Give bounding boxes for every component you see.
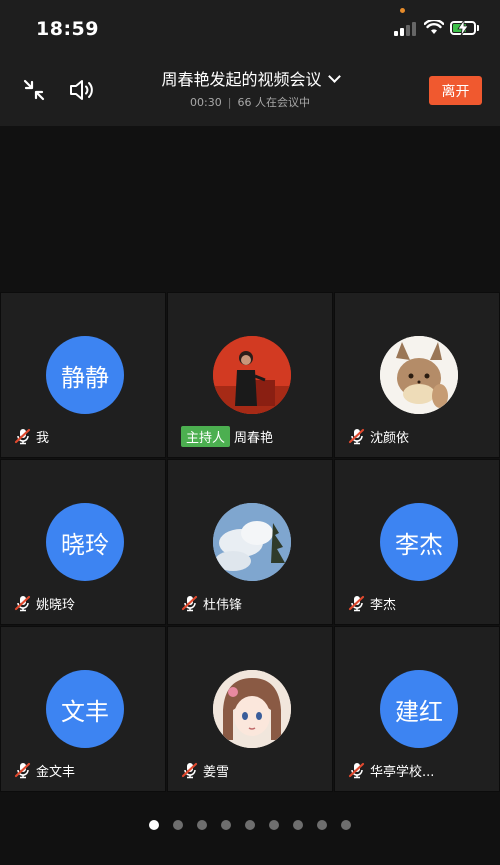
meeting-title-text: 周春艳发起的视频会议: [161, 70, 322, 89]
mic-muted-icon: [181, 762, 198, 779]
participant-name: 金文丰: [36, 764, 76, 780]
page-dot-2[interactable]: [173, 820, 183, 830]
participant-name: 沈颜依: [370, 430, 410, 446]
participant-tile[interactable]: 建红 华亭学校...: [334, 626, 500, 792]
meeting-title[interactable]: 周春艳发起的视频会议: [0, 66, 500, 90]
cellular-signal-icon: [394, 22, 418, 36]
meeting-header: 周春艳发起的视频会议 00:30 | 66 人在会议中 离开: [0, 52, 500, 126]
participant-tile[interactable]: 文丰 金文丰: [0, 626, 166, 792]
participant-name-row: 我: [14, 426, 49, 446]
avatar: 静静: [46, 336, 124, 414]
avatar: 建红: [380, 670, 458, 748]
page-dot-9[interactable]: [341, 820, 351, 830]
participant-tile[interactable]: 杜伟锋: [167, 459, 333, 625]
avatar: 文丰: [46, 670, 124, 748]
participant-name: 我: [36, 430, 50, 446]
page-dot-6[interactable]: [269, 820, 279, 830]
participant-name-row: 李杰: [348, 593, 396, 613]
mic-muted-icon: [14, 595, 31, 612]
mic-muted-icon: [14, 762, 31, 779]
participant-name: 周春艳: [234, 430, 274, 446]
participant-tile[interactable]: 晓玲 姚晓玲: [0, 459, 166, 625]
participant-name: 姚晓玲: [36, 597, 76, 613]
page-indicator[interactable]: [0, 820, 500, 834]
speaker-photo-avatar: [213, 336, 291, 414]
subtitle-separator: |: [227, 96, 232, 109]
participant-tile[interactable]: 沈颜依: [334, 292, 500, 458]
participant-name-row: 主持人 周春艳: [181, 425, 274, 447]
mic-muted-icon: [348, 595, 365, 612]
mic-muted-icon: [348, 762, 365, 779]
meeting-duration: 00:30: [190, 96, 222, 109]
participant-tile[interactable]: 静静 我: [0, 292, 166, 458]
participant-name-row: 姚晓玲: [14, 593, 75, 613]
battery-cap: [477, 25, 479, 31]
page-dot-8[interactable]: [317, 820, 327, 830]
participant-name: 李杰: [370, 597, 397, 613]
participant-name-row: 姜雪: [181, 760, 229, 780]
privacy-indicator-icon: [400, 8, 405, 13]
page-dot-1[interactable]: [149, 820, 159, 830]
battery-icon: [450, 20, 476, 36]
host-badge: 主持人: [181, 425, 231, 447]
participant-name: 姜雪: [203, 764, 230, 780]
page-dot-4[interactable]: [221, 820, 231, 830]
status-time: 18:59: [36, 18, 99, 40]
cartoon-avatar: [380, 336, 458, 414]
page-dot-5[interactable]: [245, 820, 255, 830]
status-bar: 18:59: [0, 0, 500, 52]
participant-name-row: 杜伟锋: [181, 593, 242, 613]
mic-muted-icon: [14, 428, 31, 445]
page-dot-7[interactable]: [293, 820, 303, 830]
participant-name: 华亭学校...: [370, 764, 435, 780]
page-dot-3[interactable]: [197, 820, 207, 830]
leave-button[interactable]: 离开: [429, 76, 482, 105]
participant-tile[interactable]: 主持人 周春艳: [167, 292, 333, 458]
participant-tile[interactable]: 李杰 李杰: [334, 459, 500, 625]
meeting-subtitle: 00:30 | 66 人在会议中: [0, 94, 500, 110]
participant-count: 66 人在会议中: [237, 96, 310, 109]
participant-tile[interactable]: 姜雪: [167, 626, 333, 792]
participant-name-row: 华亭学校...: [348, 760, 434, 780]
wifi-icon: [424, 20, 444, 34]
mic-muted-icon: [348, 428, 365, 445]
chevron-down-icon: [327, 70, 341, 83]
participant-grid: 静静 我 主持人 周春艳 沈颜依 晓玲 姚晓玲 杜伟锋 李杰 李杰 文丰 金文丰…: [0, 292, 500, 793]
participant-name-row: 沈颜依: [348, 426, 409, 446]
avatar: 晓玲: [46, 503, 124, 581]
sky-photo-avatar: [213, 503, 291, 581]
anime-avatar: [213, 670, 291, 748]
participant-name: 杜伟锋: [203, 597, 243, 613]
main-video-area: [0, 126, 500, 292]
participant-name-row: 金文丰: [14, 760, 75, 780]
mic-muted-icon: [181, 595, 198, 612]
avatar: 李杰: [380, 503, 458, 581]
